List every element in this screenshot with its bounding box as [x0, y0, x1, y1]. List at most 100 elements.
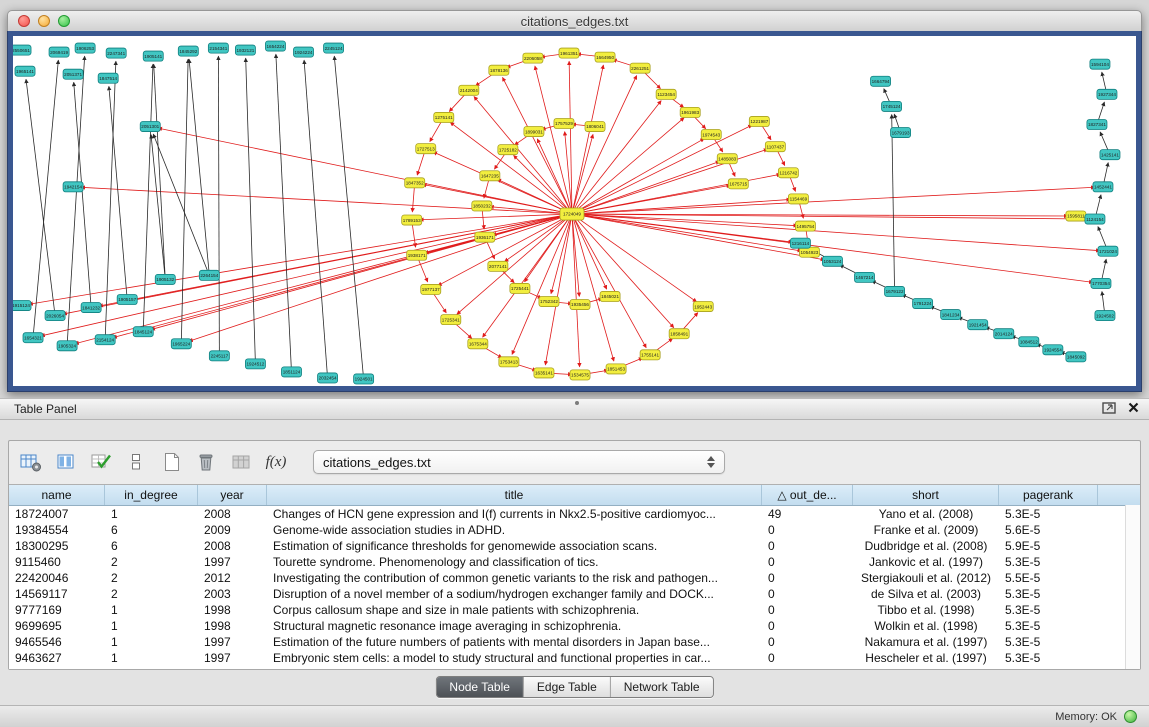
graph-node[interactable]: 1924224 — [293, 47, 313, 57]
graph-node[interactable]: 1721024 — [1098, 246, 1118, 256]
graph-node[interactable]: 2026054 — [45, 311, 65, 321]
citation-edge-red[interactable] — [572, 65, 603, 214]
graph-node[interactable]: 1664794 — [871, 76, 891, 86]
graph-node[interactable]: 1725341 — [441, 315, 461, 325]
graph-node[interactable]: 1724049 — [560, 208, 584, 220]
citation-edge-black[interactable] — [304, 60, 327, 378]
table-row[interactable]: 969969511998Structural magnetic resonanc… — [9, 618, 1140, 634]
network-table-select[interactable]: citations_edges.txt — [313, 450, 725, 474]
citation-edge-red[interactable] — [572, 214, 646, 348]
graph-node[interactable]: 2014124 — [994, 329, 1014, 339]
graph-node[interactable]: 1216114 — [790, 238, 810, 248]
graph-node[interactable]: 1850232 — [472, 201, 492, 211]
column-header-short[interactable]: short — [853, 485, 999, 505]
graph-node[interactable]: 1216742 — [778, 168, 798, 178]
graph-node[interactable]: 1847352 — [405, 178, 425, 188]
minimize-window-button[interactable] — [38, 15, 50, 27]
graph-node[interactable]: 1845021 — [600, 291, 620, 301]
graph-node[interactable]: 2154124 — [95, 335, 115, 345]
citation-edge-red[interactable] — [572, 161, 720, 214]
graph-node[interactable]: 1847514 — [98, 73, 118, 83]
citation-edge-red[interactable] — [81, 187, 572, 214]
graph-node[interactable]: 1851124 — [281, 367, 301, 377]
graph-node[interactable]: 1952443 — [693, 302, 713, 312]
graph-node[interactable]: 1915124 — [13, 301, 31, 311]
graph-node[interactable]: 2142004 — [459, 85, 479, 95]
graph-node[interactable]: 1789153 — [402, 215, 422, 225]
graph-node[interactable]: 2206058 — [523, 53, 543, 63]
import-table-button[interactable] — [229, 451, 253, 473]
graph-node[interactable]: 2032454 — [318, 373, 338, 383]
graph-node[interactable]: 1757529 — [554, 118, 574, 128]
graph-node[interactable]: 1485083 — [717, 154, 737, 164]
graph-node[interactable]: 1961351 — [559, 48, 579, 58]
graph-node[interactable]: 2264154 — [199, 270, 219, 280]
graph-node[interactable]: 2051371 — [63, 69, 83, 79]
graph-node[interactable]: 1725182 — [498, 145, 518, 155]
graph-node[interactable]: 1938171 — [407, 250, 427, 260]
citation-edge-red[interactable] — [572, 214, 607, 289]
citation-edge-red[interactable] — [572, 199, 790, 214]
citation-edge-black[interactable] — [26, 79, 55, 315]
citation-edge-black[interactable] — [154, 64, 166, 279]
table-row[interactable]: 2242004622012Investigating the contribut… — [9, 570, 1140, 586]
splitter-handle-icon[interactable] — [575, 401, 579, 405]
citation-edge-red[interactable] — [572, 174, 781, 214]
table-panel-header[interactable]: Table Panel — [0, 398, 1149, 420]
new-column-button[interactable] — [159, 451, 183, 473]
citation-edge-black[interactable] — [33, 60, 58, 338]
graph-node[interactable]: 1845124 — [133, 327, 153, 337]
graph-node[interactable]: 2154341 — [208, 43, 228, 53]
graph-node[interactable]: 1806041 — [585, 121, 605, 131]
graph-node[interactable]: 2245117 — [209, 351, 229, 361]
column-header-year[interactable]: year — [198, 485, 267, 505]
graph-node[interactable]: 1927344 — [1097, 89, 1117, 99]
graph-node[interactable]: 1845292 — [178, 46, 198, 56]
graph-node[interactable]: 1965224 — [171, 339, 191, 349]
citation-edge-black[interactable] — [181, 59, 188, 344]
graph-node[interactable]: 1906253 — [75, 43, 95, 53]
graph-node[interactable]: 1154469 — [788, 194, 808, 204]
zoom-window-button[interactable] — [58, 15, 70, 27]
graph-node[interactable]: 1679193 — [891, 128, 911, 138]
graph-node[interactable]: 2550651 — [13, 45, 31, 55]
citation-edge-red[interactable] — [158, 128, 572, 214]
graph-node[interactable]: 1899031 — [524, 127, 544, 137]
graph-node[interactable]: 1755141 — [640, 350, 660, 360]
graph-node[interactable]: 2245124 — [324, 43, 344, 53]
graph-node[interactable]: 1878136 — [489, 65, 509, 75]
citation-edge-red[interactable] — [572, 125, 752, 214]
graph-node[interactable]: 1841232 — [81, 303, 101, 313]
close-panel-icon[interactable] — [1128, 402, 1139, 416]
citation-edge-red[interactable] — [572, 139, 704, 214]
table-row[interactable]: 977716911998Corpus callosum shape and si… — [9, 602, 1140, 618]
graph-node[interactable]: 1921454 — [968, 320, 988, 330]
tab-node-table[interactable]: Node Table — [436, 677, 524, 697]
citation-edge-red[interactable] — [29, 214, 572, 304]
graph-node[interactable]: 1791224 — [913, 299, 933, 309]
graph-node[interactable]: 1053124 — [822, 256, 842, 266]
graph-node[interactable]: 1932121 — [235, 45, 255, 55]
graph-node[interactable]: 1467214 — [854, 272, 874, 282]
citation-edge-red[interactable] — [572, 187, 1095, 214]
column-header-name[interactable]: name — [9, 485, 105, 505]
graph-node[interactable]: 1841234 — [941, 310, 961, 320]
select-rows-button[interactable] — [124, 451, 148, 473]
column-header-in_degree[interactable]: in_degree — [105, 485, 198, 505]
citation-edge-red[interactable] — [537, 139, 572, 214]
citation-edge-black[interactable] — [151, 135, 165, 280]
graph-node[interactable]: 1221987 — [749, 116, 769, 126]
graph-node[interactable]: 1635141 — [534, 368, 554, 378]
graph-node[interactable]: 1924554 — [1043, 345, 1063, 355]
citation-edge-red[interactable] — [551, 214, 572, 294]
edit-columns-button[interactable] — [89, 451, 113, 473]
table-row[interactable]: 946554611997Estimation of the future num… — [9, 634, 1140, 650]
graph-node[interactable]: 1942154 — [63, 182, 83, 192]
graph-node[interactable]: 1770354 — [1091, 278, 1111, 288]
graph-node[interactable]: 1534575 — [570, 370, 590, 380]
graph-node[interactable]: 2077141 — [488, 261, 508, 271]
graph-node[interactable]: 1935456 — [570, 300, 590, 310]
table-row[interactable]: 1456911722003Disruption of a novel membe… — [9, 586, 1140, 602]
citation-edge-red[interactable] — [572, 134, 593, 214]
column-header-title[interactable]: title — [267, 485, 762, 505]
